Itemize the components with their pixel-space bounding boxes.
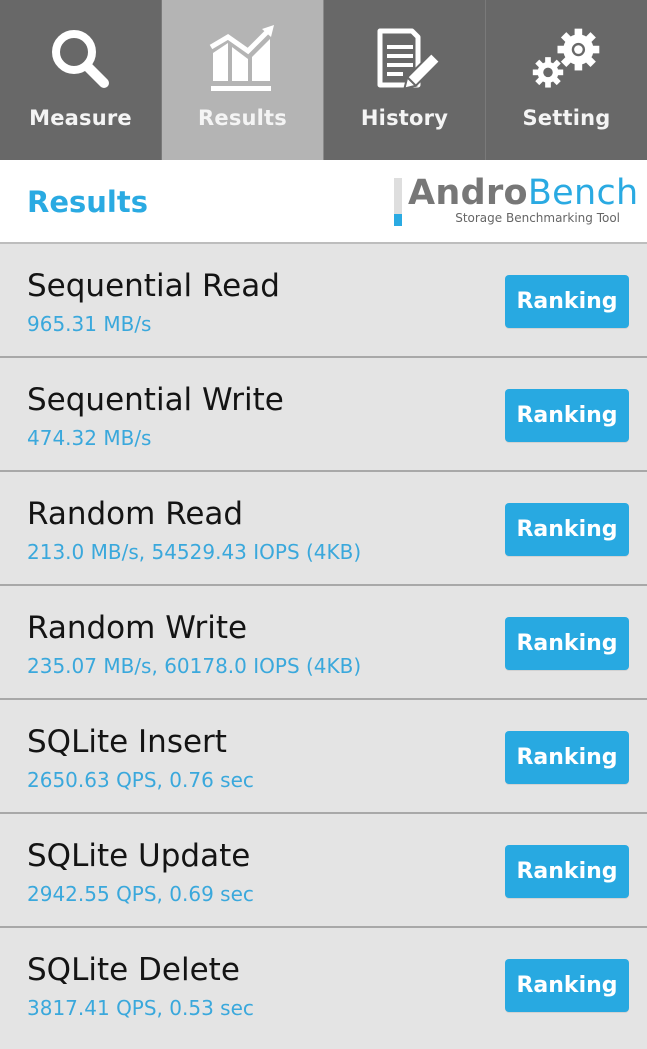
result-value: 474.32 MB/s: [27, 426, 152, 450]
ranking-button[interactable]: Ranking: [505, 617, 629, 670]
ranking-button[interactable]: Ranking: [505, 731, 629, 784]
result-row-sequential-write: Sequential Write 474.32 MB/s Ranking: [0, 358, 647, 472]
result-value: 2942.55 QPS, 0.69 sec: [27, 882, 254, 906]
document-pencil-icon: [367, 22, 443, 98]
logo-bar-blue: [394, 214, 402, 226]
tab-results[interactable]: Results: [162, 0, 324, 160]
result-value: 235.07 MB/s, 60178.0 IOPS (4KB): [27, 654, 362, 678]
page-title: Results: [27, 185, 148, 219]
result-name: Random Read: [27, 496, 244, 532]
tab-bar: Measure Results History Setting: [0, 0, 647, 160]
tab-setting[interactable]: Setting: [486, 0, 647, 160]
ranking-button[interactable]: Ranking: [505, 275, 629, 328]
result-value: 213.0 MB/s, 54529.43 IOPS (4KB): [27, 540, 362, 564]
tab-label: History: [360, 106, 449, 130]
result-row-sqlite-delete: SQLite Delete 3817.41 QPS, 0.53 sec Rank…: [0, 928, 647, 1042]
logo-bar-grey: [394, 178, 402, 214]
result-name: SQLite Insert: [27, 724, 227, 760]
logo-brand: AndroBench: [408, 173, 639, 213]
tab-label: Measure: [29, 106, 132, 130]
result-value: 2650.63 QPS, 0.76 sec: [27, 768, 254, 792]
result-name: Random Write: [27, 610, 248, 646]
result-row-random-read: Random Read 213.0 MB/s, 54529.43 IOPS (4…: [0, 472, 647, 586]
ranking-button[interactable]: Ranking: [505, 959, 629, 1012]
tab-label: Results: [198, 106, 287, 130]
result-name: Sequential Read: [27, 268, 280, 304]
page-header: Results AndroBench Storage Benchmarking …: [0, 160, 647, 244]
result-row-random-write: Random Write 235.07 MB/s, 60178.0 IOPS (…: [0, 586, 647, 700]
tab-measure[interactable]: Measure: [0, 0, 162, 160]
result-value: 965.31 MB/s: [27, 312, 152, 336]
logo-andro: Andro: [408, 173, 528, 213]
result-value: 3817.41 QPS, 0.53 sec: [27, 996, 254, 1020]
result-row-sqlite-update: SQLite Update 2942.55 QPS, 0.69 sec Rank…: [0, 814, 647, 928]
chart-icon: [205, 22, 281, 98]
ranking-button[interactable]: Ranking: [505, 389, 629, 442]
results-list: Sequential Read 965.31 MB/s Ranking Sequ…: [0, 244, 647, 1042]
logo-bench: Bench: [527, 173, 639, 213]
ranking-button[interactable]: Ranking: [505, 845, 629, 898]
result-row-sequential-read: Sequential Read 965.31 MB/s Ranking: [0, 244, 647, 358]
androbench-logo: AndroBench Storage Benchmarking Tool: [394, 173, 638, 228]
magnifier-icon: [43, 22, 119, 98]
ranking-button[interactable]: Ranking: [505, 503, 629, 556]
tab-label: Setting: [522, 106, 611, 130]
result-row-sqlite-insert: SQLite Insert 2650.63 QPS, 0.76 sec Rank…: [0, 700, 647, 814]
tab-history[interactable]: History: [324, 0, 486, 160]
result-name: SQLite Delete: [27, 952, 240, 988]
gears-icon: [529, 22, 605, 98]
result-name: Sequential Write: [27, 382, 284, 418]
result-name: SQLite Update: [27, 838, 251, 874]
logo-tagline: Storage Benchmarking Tool: [455, 211, 620, 225]
